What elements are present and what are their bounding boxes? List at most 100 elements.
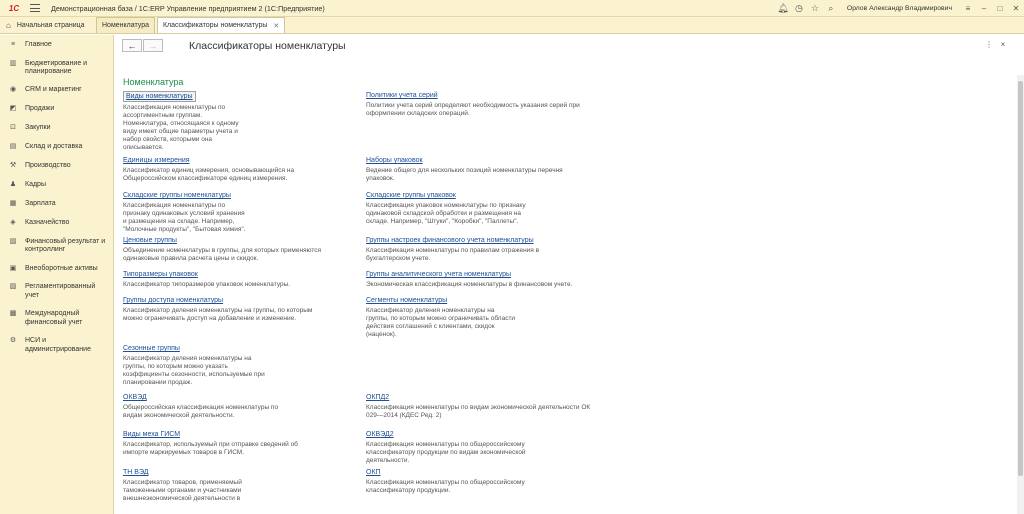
classifier-description: Классификатор, используемый при отправке… [123,441,298,456]
scrollbar-thumb[interactable] [1018,81,1023,476]
sidebar-item-hr[interactable]: ♟ Кадры [0,181,113,190]
classifier-link[interactable]: ОКП [366,468,381,477]
sidebar-item-label: Закупки [25,123,51,131]
classifier-description: Классификация номенклатуры по общероссий… [366,441,526,464]
menu-icon[interactable] [29,3,41,13]
sidebar-item-treasury[interactable]: ◈ Казначейство [0,219,113,228]
current-user[interactable]: Орлов Александр Владимирович [847,5,952,12]
classifier-description: Объединение номенклатуры в группы, для к… [123,247,322,262]
tab-bar: ⌂ Начальная страница Номенклатура Класси… [0,17,1024,34]
sidebar-item-label: CRM и маркетинг [25,85,82,93]
sidebar-item-regulated-accounting[interactable]: ▨ Регламентированный учет [0,283,113,300]
tab-nomenclature[interactable]: Номенклатура [96,17,155,33]
window-title: Демонстрационная база / 1С:ERP Управлени… [51,3,325,13]
sidebar-icon: ▣ [9,264,17,272]
classifier-link[interactable]: Типоразмеры упаковок [123,270,198,279]
bell-icon[interactable]: 🔔︎ [775,0,791,17]
forward-button[interactable]: → [143,39,163,52]
classifier-link[interactable]: Группы доступа номенклатуры [123,296,223,305]
close-form-icon[interactable]: × [996,40,1010,49]
settings-icon[interactable]: ≡ [960,0,976,17]
sidebar-icon: ≡ [10,41,16,48]
sidebar-icon: ▦ [9,199,17,207]
list-item: ОКВЭД Общероссийская классификация номен… [123,393,363,420]
back-button[interactable]: ← [122,39,142,52]
list-item: Группы аналитического учета номенклатуры… [366,270,606,289]
minimize-icon[interactable]: – [976,0,992,17]
history-icon[interactable]: ◷ [791,0,807,17]
maximize-icon[interactable]: □ [992,0,1008,17]
sidebar-item-label: Главное [25,41,52,48]
sidebar-item-label: Склад и доставка [25,143,83,150]
search-icon[interactable]: ⌕ [823,0,839,17]
section-title: Номенклатура [123,77,184,87]
close-window-icon[interactable]: ✕ [1008,0,1024,17]
sidebar-item-ifrs[interactable]: ▩ Международный финансовый учет [0,310,113,327]
classifier-link[interactable]: Сегменты номенклатуры [366,296,447,305]
sidebar: ≡ Главное ▥ Бюджетирование и планировани… [0,35,114,514]
classifier-link[interactable]: Виды номенклатуры [123,91,196,102]
classifier-link[interactable]: Виды меха ГИСМ [123,430,180,439]
sidebar-icon: ⊡ [10,123,16,131]
classifier-description: Классификация номенклатуры по правилам о… [366,247,540,262]
list-item: Типоразмеры упаковок Классификатор типор… [123,270,363,289]
star-icon[interactable]: ☆ [807,0,823,17]
page-title: Классификаторы номенклатуры [189,40,346,52]
classifier-link[interactable]: Политики учета серий [366,91,438,100]
classifier-description: Ведение общего для нескольких позиций но… [366,167,563,182]
classifier-link[interactable]: Складские группы номенклатуры [123,191,231,200]
sidebar-item-purchases[interactable]: ⊡ Закупки [0,124,113,133]
list-item: Складские группы номенклатуры Классифика… [123,191,363,234]
sidebar-item-label: Продажи [25,105,55,112]
sidebar-item-warehouse[interactable]: ▤ Склад и доставка [0,143,113,152]
sidebar-item-main[interactable]: ≡ Главное [0,41,113,50]
main-content: ← → Классификаторы номенклатуры ⋮ × Номе… [115,35,1024,514]
classifier-link[interactable]: Единицы измерения [123,156,190,165]
sidebar-icon: ◈ [10,219,16,226]
classifier-link[interactable]: ОКВЭД [123,393,147,402]
classifier-description: Классификация номенклатуры по общероссий… [366,479,525,494]
list-item: ОКВЭД2 Классификация номенклатуры по общ… [366,430,606,465]
sidebar-item-financial-result[interactable]: ▧ Финансовый результат и контроллинг [0,238,113,255]
classifier-description: Политики учета серий определяют необходи… [366,102,580,117]
classifier-description: Классификация номенклатуры по признаку о… [123,202,246,233]
title-bar: 1С Демонстрационная база / 1С:ERP Управл… [0,0,1024,17]
classifier-link[interactable]: ОКПД2 [366,393,389,402]
classifier-link[interactable]: Наборы упаковок [366,156,423,165]
sidebar-item-label: Регламентированный учет [25,283,96,299]
tab-home[interactable]: ⌂ Начальная страница [0,17,96,33]
sidebar-item-crm[interactable]: ◉ CRM и маркетинг [0,86,113,95]
classifier-description: Классификатор деления номенклатуры на гр… [366,307,516,338]
sidebar-item-label: НСИ и администрирование [25,337,91,353]
sidebar-item-payroll[interactable]: ▦ Зарплата [0,200,113,209]
sidebar-item-master-data[interactable]: ⚙ НСИ и администрирование [0,337,113,354]
classifier-link[interactable]: ОКВЭД2 [366,430,394,439]
classifier-link[interactable]: Группы настроек финансового учета номенк… [366,236,534,245]
tab-label: Классификаторы номенклатуры [162,22,268,29]
classifier-link[interactable]: Складские группы упаковок [366,191,456,200]
list-item: Группы доступа номенклатуры Классификато… [123,296,363,323]
classifier-description: Общероссийская классификация номенклатур… [123,404,279,419]
sidebar-icon: ◉ [9,85,17,93]
classifier-link[interactable]: Сезонные группы [123,344,180,353]
classifier-link[interactable]: Ценовые группы [123,236,177,245]
list-item: Единицы измерения Классификатор единиц и… [123,156,363,183]
tab-nomenclature-classifiers[interactable]: Классификаторы номенклатуры ✕ [156,17,286,33]
tab-home-label: Начальная страница [16,21,85,29]
sidebar-item-label: Казначейство [25,219,70,226]
more-icon[interactable]: ⋮ [982,40,996,49]
list-item: ТН ВЭД Классификатор товаров, применяемы… [123,468,363,503]
classifier-link[interactable]: Группы аналитического учета номенклатуры [366,270,511,279]
sidebar-item-label: Кадры [25,181,46,188]
sidebar-icon: ▩ [9,310,17,317]
sidebar-item-budgeting[interactable]: ▥ Бюджетирование и планирование [0,60,113,77]
sidebar-item-production[interactable]: ⚒ Производство [0,162,113,171]
sidebar-item-label: Финансовый результат и контроллинг [25,237,106,254]
classifier-description: Классификатор деления номенклатуры на гр… [123,355,265,386]
sidebar-item-fixed-assets[interactable]: ▣ Внеоборотные активы [0,265,113,274]
home-icon: ⌂ [6,20,11,30]
classifier-link[interactable]: ТН ВЭД [123,468,148,477]
sidebar-item-sales[interactable]: ◩ Продажи [0,105,113,114]
close-tab-icon[interactable]: ✕ [273,22,279,30]
sidebar-item-label: Международный финансовый учет [25,310,83,326]
